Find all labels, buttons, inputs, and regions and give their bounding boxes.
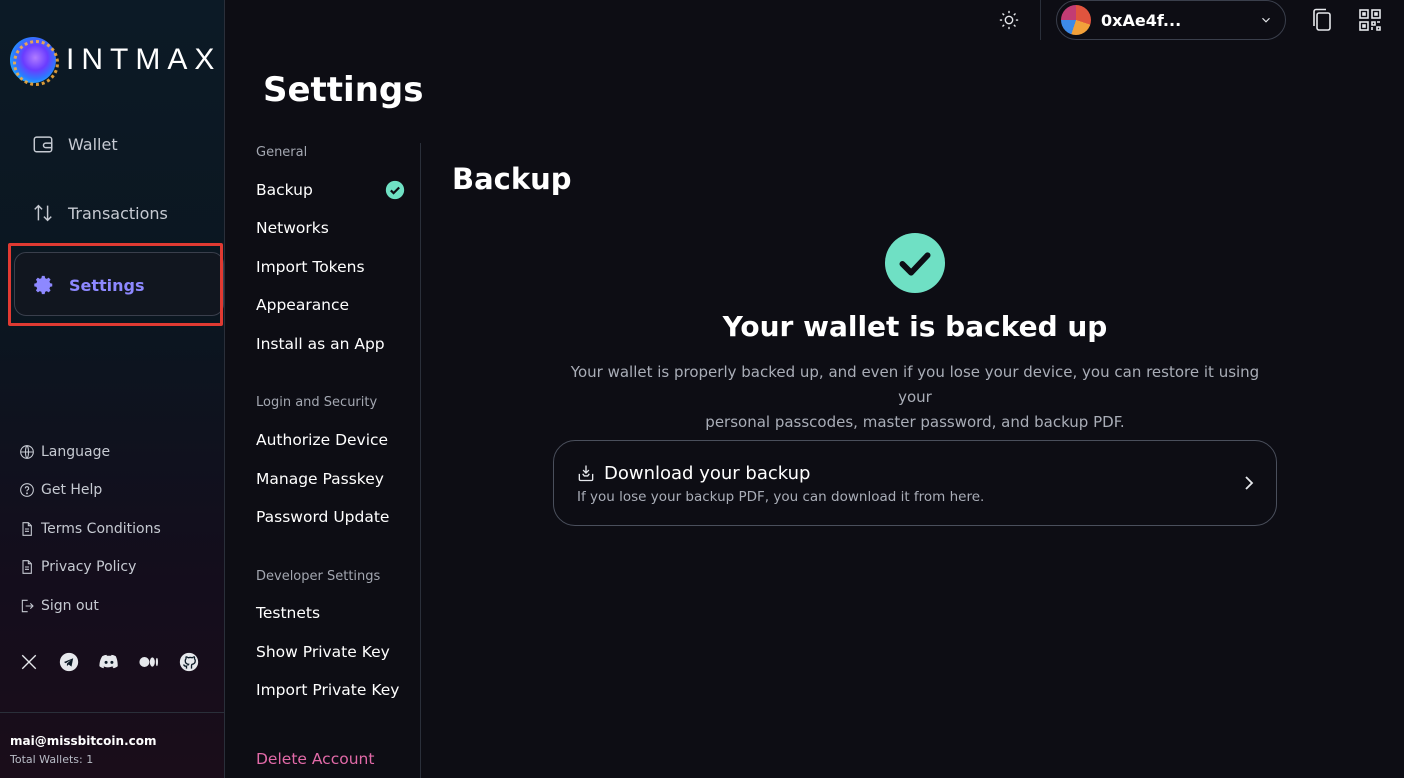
document-icon	[22, 522, 32, 536]
brand-logo[interactable]: INTMAX	[10, 37, 222, 86]
language-label: Language	[41, 444, 111, 460]
sun-icon[interactable]	[998, 9, 1020, 31]
sidebar: INTMAX Wallet Transactions Settings Lang…	[0, 0, 225, 778]
language-link[interactable]: Language	[19, 444, 110, 460]
content-title: Backup	[452, 162, 572, 196]
get-help-label: Get Help	[41, 482, 103, 498]
discord-icon[interactable]	[99, 652, 119, 672]
sign-out-link[interactable]: Sign out	[19, 598, 99, 614]
intmax-logo-icon	[10, 37, 59, 86]
check-circle-icon	[385, 180, 405, 200]
copy-icon[interactable]	[1310, 7, 1334, 33]
github-icon[interactable]	[179, 652, 199, 672]
menu-item-testnets[interactable]: Testnets	[256, 604, 320, 622]
menu-item-password-update[interactable]: Password Update	[256, 508, 389, 526]
menu-item-show-private-key[interactable]: Show Private Key	[256, 643, 390, 661]
account-address: 0xAe4f...	[1101, 10, 1182, 30]
sign-out-label: Sign out	[41, 598, 99, 614]
privacy-link[interactable]: Privacy Policy	[19, 559, 136, 575]
terms-label: Terms Conditions	[41, 521, 161, 537]
privacy-label: Privacy Policy	[41, 559, 137, 575]
description-line-1: Your wallet is properly backed up, and e…	[570, 363, 1260, 406]
help-icon	[20, 483, 34, 497]
menu-item-install-app[interactable]: Install as an App	[256, 335, 385, 353]
sidebar-item-transactions[interactable]: Transactions	[32, 202, 168, 224]
document-icon	[22, 560, 32, 574]
download-subtitle: If you lose your backup PDF, you can dow…	[577, 489, 985, 505]
menu-item-authorize-device[interactable]: Authorize Device	[256, 431, 388, 449]
transfer-arrows-icon	[34, 204, 52, 222]
chevron-right-icon	[1245, 476, 1254, 490]
menu-divider	[420, 143, 421, 778]
account-selector[interactable]: 0xAe4f...	[1056, 0, 1286, 40]
brand-name: INTMAX	[66, 43, 222, 76]
menu-item-import-tokens[interactable]: Import Tokens	[256, 258, 365, 276]
backup-status-title: Your wallet is backed up	[722, 310, 1108, 343]
total-wallets: Total Wallets: 1	[10, 753, 94, 766]
avatar	[1061, 5, 1091, 35]
globe-icon	[20, 445, 34, 459]
download-tray-icon	[578, 465, 594, 482]
qr-code-icon[interactable]	[1358, 8, 1382, 32]
backup-status-description: Your wallet is properly backed up, and e…	[553, 360, 1277, 435]
download-backup-button[interactable]: Download your backup If you lose your ba…	[553, 440, 1277, 526]
menu-item-networks[interactable]: Networks	[256, 219, 329, 237]
menu-item-appearance[interactable]: Appearance	[256, 296, 349, 314]
check-circle-icon	[884, 232, 946, 294]
chevron-down-icon	[1262, 17, 1270, 23]
get-help-link[interactable]: Get Help	[19, 482, 102, 498]
sidebar-item-wallet[interactable]: Wallet	[32, 133, 118, 155]
x-icon[interactable]	[19, 652, 39, 672]
wallet-icon	[33, 136, 53, 153]
section-general: General	[256, 145, 308, 160]
download-title: Download your backup	[604, 463, 811, 484]
sign-out-icon	[21, 599, 34, 613]
menu-item-backup[interactable]: Backup	[256, 181, 313, 199]
section-login-security: Login and Security	[256, 395, 378, 410]
description-line-2: personal passcodes, master password, and…	[705, 413, 1125, 431]
topbar-divider	[1040, 0, 1041, 40]
annotation-highlight-box	[8, 243, 223, 326]
section-developer: Developer Settings	[256, 569, 381, 584]
sidebar-item-label: Wallet	[68, 134, 118, 154]
menu-item-import-private-key[interactable]: Import Private Key	[256, 681, 399, 699]
telegram-icon[interactable]	[59, 652, 79, 672]
social-links	[19, 652, 199, 672]
page-title: Settings	[263, 70, 424, 110]
menu-item-manage-passkey[interactable]: Manage Passkey	[256, 470, 384, 488]
medium-icon[interactable]	[139, 652, 159, 672]
delete-account-button[interactable]: Delete Account	[256, 750, 374, 768]
user-email: mai@missbitcoin.com	[10, 734, 157, 748]
sidebar-item-label: Transactions	[68, 203, 168, 223]
sidebar-divider	[0, 712, 225, 713]
terms-link[interactable]: Terms Conditions	[19, 521, 161, 537]
